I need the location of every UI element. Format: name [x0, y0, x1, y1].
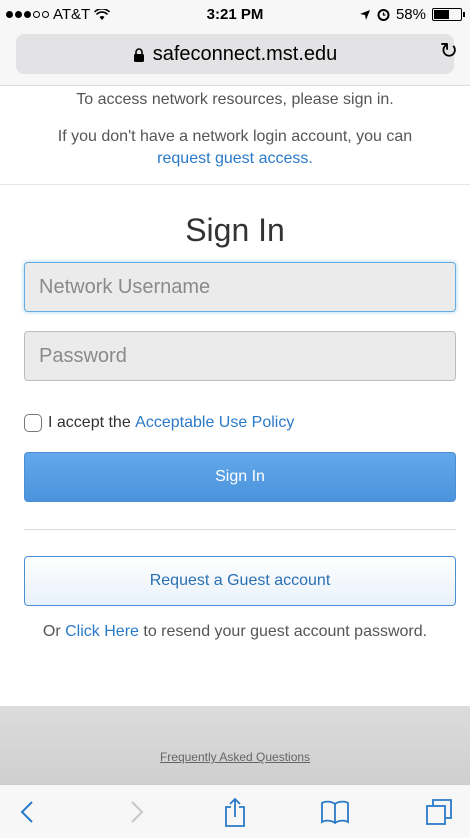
status-bar: AT&T 3:21 PM 58%: [0, 0, 470, 30]
faq-link[interactable]: Frequently Asked Questions: [0, 750, 470, 764]
username-input[interactable]: [24, 262, 456, 312]
divider: [24, 529, 456, 530]
location-icon: [359, 9, 370, 20]
page-title: Sign In: [185, 212, 285, 248]
page-footer: Frequently Asked Questions: [0, 706, 470, 784]
resend-prefix: Or: [42, 623, 61, 640]
battery-icon: [432, 8, 465, 21]
request-guest-account-button[interactable]: Request a Guest account: [24, 556, 456, 606]
guest-notice: If you don't have a network login accoun…: [30, 126, 440, 171]
sign-in-button[interactable]: Sign In: [24, 452, 456, 502]
url-domain: safeconnect.mst.edu: [152, 42, 338, 65]
lock-icon: [133, 48, 144, 62]
guest-notice-text: If you don't have a network login accoun…: [57, 128, 413, 145]
address-bar[interactable]: safeconnect.mst.edu: [16, 34, 454, 74]
reload-icon[interactable]: ↻: [440, 38, 458, 64]
tabs-icon[interactable]: [422, 795, 456, 829]
battery-percent: 58%: [395, 6, 426, 23]
resend-password-text: Or Click Here to resend your guest accou…: [0, 623, 470, 641]
accept-policy-checkbox[interactable]: [24, 414, 42, 432]
page-content: To access network resources, please sign…: [0, 86, 470, 706]
divider: [0, 184, 470, 185]
sign-in-notice: To access network resources, please sign…: [76, 91, 394, 108]
forward-icon[interactable]: [120, 795, 154, 829]
request-guest-access-link[interactable]: request guest access.: [157, 150, 313, 167]
click-here-link[interactable]: Click Here: [65, 623, 139, 640]
alarm-icon: [377, 9, 390, 21]
resend-suffix: to resend your guest account password.: [143, 623, 428, 640]
accept-policy-row: I accept the Acceptable Use Policy: [24, 414, 294, 432]
bookmarks-icon[interactable]: [318, 795, 352, 829]
status-right: 58%: [359, 6, 465, 23]
address-bar-area: safeconnect.mst.edu ↻: [0, 30, 470, 86]
browser-toolbar: [0, 784, 470, 838]
acceptable-use-policy-link[interactable]: Acceptable Use Policy: [135, 414, 294, 432]
password-input[interactable]: [24, 331, 456, 381]
share-icon[interactable]: [218, 795, 252, 829]
back-icon[interactable]: [10, 795, 44, 829]
accept-policy-label: I accept the: [48, 414, 131, 431]
